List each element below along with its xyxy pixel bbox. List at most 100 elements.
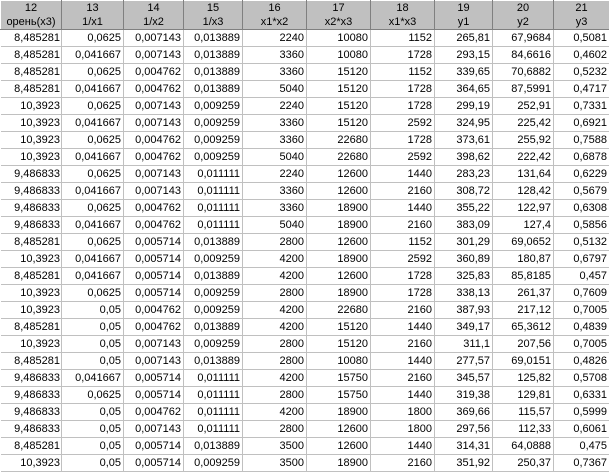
column-number-header[interactable]: 12: [0, 0, 62, 15]
table-cell[interactable]: 2240: [242, 29, 307, 47]
table-cell[interactable]: 0,5708: [553, 369, 609, 387]
table-cell[interactable]: 338,13: [434, 284, 493, 302]
column-number-header[interactable]: 17: [306, 0, 371, 15]
table-cell[interactable]: 10,3923: [0, 335, 62, 353]
table-cell[interactable]: 0,009259: [183, 335, 243, 353]
table-cell[interactable]: 2800: [242, 284, 307, 302]
table-cell[interactable]: 0,5132: [553, 233, 609, 251]
table-cell[interactable]: 0,009259: [183, 284, 243, 302]
table-cell[interactable]: 8,485281: [0, 437, 62, 455]
table-cell[interactable]: 339,65: [434, 63, 493, 81]
table-cell[interactable]: 3360: [242, 63, 307, 81]
table-cell[interactable]: 0,013889: [183, 318, 243, 336]
table-cell[interactable]: 364,65: [434, 80, 493, 98]
column-name-header[interactable]: 1/x1: [61, 15, 124, 30]
table-cell[interactable]: 128,42: [492, 182, 554, 200]
table-cell[interactable]: 127,4: [492, 216, 554, 234]
table-cell[interactable]: 387,93: [434, 301, 493, 319]
table-cell[interactable]: 0,0625: [61, 63, 124, 81]
table-cell[interactable]: 0,05: [61, 318, 124, 336]
table-cell[interactable]: 0,6308: [553, 199, 609, 217]
table-cell[interactable]: 9,486833: [0, 386, 62, 404]
column-number-header[interactable]: 20: [492, 0, 554, 15]
table-cell[interactable]: 22680: [306, 301, 371, 319]
table-cell[interactable]: 10,3923: [0, 131, 62, 149]
table-cell[interactable]: 0,009259: [183, 131, 243, 149]
table-cell[interactable]: 0,005714: [123, 369, 184, 387]
table-cell[interactable]: 1152: [370, 29, 435, 47]
table-cell[interactable]: 0,009259: [183, 301, 243, 319]
table-cell[interactable]: 18900: [306, 454, 371, 472]
table-cell[interactable]: 0,041667: [61, 46, 124, 64]
table-cell[interactable]: 0,004762: [123, 199, 184, 217]
table-cell[interactable]: 299,19: [434, 97, 493, 115]
table-cell[interactable]: 0,013889: [183, 352, 243, 370]
table-cell[interactable]: 255,92: [492, 131, 554, 149]
table-cell[interactable]: 0,05: [61, 301, 124, 319]
table-cell[interactable]: 0,013889: [183, 233, 243, 251]
table-cell[interactable]: 0,0625: [61, 199, 124, 217]
table-cell[interactable]: 0,0625: [61, 97, 124, 115]
table-cell[interactable]: 10,3923: [0, 114, 62, 132]
table-cell[interactable]: 10,3923: [0, 148, 62, 166]
column-number-header[interactable]: 21: [553, 0, 609, 15]
table-cell[interactable]: 0,009259: [183, 97, 243, 115]
table-cell[interactable]: 122,97: [492, 199, 554, 217]
table-cell[interactable]: 3360: [242, 182, 307, 200]
table-cell[interactable]: 4200: [242, 369, 307, 387]
table-cell[interactable]: 15120: [306, 335, 371, 353]
table-cell[interactable]: 8,485281: [0, 46, 62, 64]
table-cell[interactable]: 0,041667: [61, 267, 124, 285]
column-name-header[interactable]: 1/x2: [123, 15, 184, 30]
table-cell[interactable]: 0,7609: [553, 284, 609, 302]
table-cell[interactable]: 2800: [242, 352, 307, 370]
table-cell[interactable]: 301,29: [434, 233, 493, 251]
table-cell[interactable]: 349,17: [434, 318, 493, 336]
table-cell[interactable]: 0,004762: [123, 301, 184, 319]
table-cell[interactable]: 0,041667: [61, 148, 124, 166]
table-cell[interactable]: 0,041667: [61, 114, 124, 132]
table-cell[interactable]: 12600: [306, 437, 371, 455]
table-cell[interactable]: 8,485281: [0, 63, 62, 81]
table-cell[interactable]: 0,007143: [123, 114, 184, 132]
table-cell[interactable]: 1152: [370, 233, 435, 251]
table-cell[interactable]: 10,3923: [0, 301, 62, 319]
table-cell[interactable]: 0,6229: [553, 165, 609, 183]
column-number-header[interactable]: 13: [61, 0, 124, 15]
table-cell[interactable]: 0,009259: [183, 454, 243, 472]
table-cell[interactable]: 3360: [242, 114, 307, 132]
table-cell[interactable]: 0,0625: [61, 386, 124, 404]
table-cell[interactable]: 15120: [306, 80, 371, 98]
table-cell[interactable]: 12600: [306, 165, 371, 183]
table-cell[interactable]: 69,0652: [492, 233, 554, 251]
table-cell[interactable]: 85,8185: [492, 267, 554, 285]
table-cell[interactable]: 2800: [242, 386, 307, 404]
table-cell[interactable]: 12600: [306, 182, 371, 200]
table-cell[interactable]: 9,486833: [0, 369, 62, 387]
table-cell[interactable]: 325,83: [434, 267, 493, 285]
table-cell[interactable]: 1728: [370, 97, 435, 115]
table-cell[interactable]: 8,485281: [0, 318, 62, 336]
table-cell[interactable]: 15750: [306, 369, 371, 387]
table-cell[interactable]: 0,5856: [553, 216, 609, 234]
table-cell[interactable]: 0,007143: [123, 420, 184, 438]
table-cell[interactable]: 2800: [242, 335, 307, 353]
table-cell[interactable]: 360,89: [434, 250, 493, 268]
table-cell[interactable]: 67,9684: [492, 29, 554, 47]
column-name-header[interactable]: y2: [492, 15, 554, 30]
table-cell[interactable]: 0,013889: [183, 29, 243, 47]
table-cell[interactable]: 8,485281: [0, 233, 62, 251]
table-cell[interactable]: 369,66: [434, 403, 493, 421]
table-cell[interactable]: 293,15: [434, 46, 493, 64]
table-cell[interactable]: 0,009259: [183, 250, 243, 268]
table-cell[interactable]: 112,33: [492, 420, 554, 438]
table-cell[interactable]: 8,485281: [0, 29, 62, 47]
table-cell[interactable]: 2800: [242, 233, 307, 251]
table-cell[interactable]: 9,486833: [0, 165, 62, 183]
table-cell[interactable]: 0,041667: [61, 182, 124, 200]
table-cell[interactable]: 297,56: [434, 420, 493, 438]
table-cell[interactable]: 0,4826: [553, 352, 609, 370]
table-cell[interactable]: 10080: [306, 352, 371, 370]
table-cell[interactable]: 0,011111: [183, 199, 243, 217]
table-cell[interactable]: 0,007143: [123, 335, 184, 353]
